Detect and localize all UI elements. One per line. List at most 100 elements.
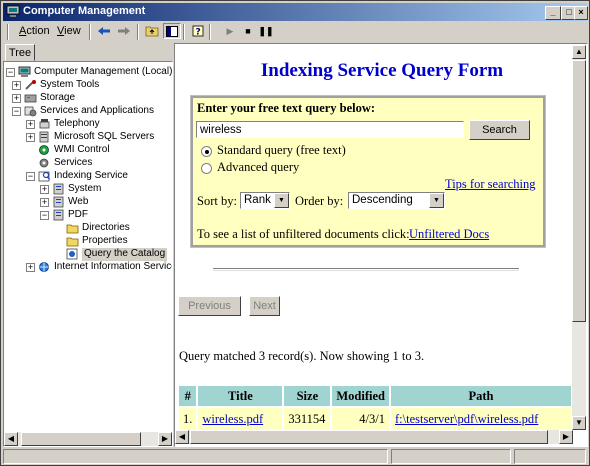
expand-icon[interactable]: +: [40, 185, 49, 194]
title-bar[interactable]: Computer Management _ □ ×: [3, 3, 588, 21]
tree-item-storage[interactable]: Storage: [40, 92, 75, 105]
unfiltered-docs-text: To see a list of unfiltered documents cl…: [197, 227, 410, 241]
advanced-query-radio[interactable]: [201, 163, 212, 174]
up-folder-icon[interactable]: [143, 23, 161, 39]
vertical-scrollbar[interactable]: ▲ ▼: [572, 45, 586, 430]
tree-item-telephony[interactable]: Telephony: [54, 118, 100, 131]
tree-item-system-tools[interactable]: System Tools: [40, 79, 99, 92]
search-button[interactable]: Search: [469, 120, 530, 140]
computer-icon: [18, 66, 31, 78]
menu-bar: Action View: [3, 22, 587, 41]
minimize-button[interactable]: _: [545, 6, 561, 20]
collapse-icon[interactable]: −: [6, 68, 15, 77]
catalog-icon: [52, 196, 65, 208]
expand-icon[interactable]: +: [12, 81, 21, 90]
results-table: # Title Size Modified Path 1. wireless.p…: [177, 384, 573, 432]
scroll-right-button[interactable]: ▶: [158, 432, 172, 446]
back-icon[interactable]: [95, 23, 113, 39]
pause-icon[interactable]: ❚❚: [257, 23, 275, 39]
expand-icon[interactable]: +: [26, 120, 35, 129]
tree-item-query-the-catalog[interactable]: Query the Catalog: [82, 248, 168, 261]
tree-item-properties[interactable]: Properties: [82, 235, 128, 248]
standard-query-radio[interactable]: [201, 146, 212, 157]
stop-icon[interactable]: ■: [239, 23, 257, 39]
expand-icon[interactable]: +: [40, 198, 49, 207]
expand-icon[interactable]: +: [26, 263, 35, 272]
column-header-size: Size: [284, 386, 331, 406]
toolbar-separator: [183, 24, 185, 40]
result-size: 331154: [284, 408, 331, 430]
collapse-icon[interactable]: −: [26, 172, 35, 181]
play-icon[interactable]: ▶: [221, 23, 239, 39]
help-icon[interactable]: ?: [189, 23, 207, 39]
page-title: Indexing Service Query Form: [260, 60, 504, 81]
toolbar-separator: [89, 24, 91, 40]
forward-icon[interactable]: [115, 23, 133, 39]
advanced-query-label: Advanced query: [217, 160, 300, 174]
column-header-modified: Modified: [332, 386, 389, 406]
scroll-left-button[interactable]: ◀: [4, 432, 18, 446]
tree-horizontal-scrollbar[interactable]: ◀ ▶: [4, 432, 172, 446]
window-title: Computer Management: [23, 5, 146, 17]
sort-by-value: Rank: [244, 194, 271, 206]
tree-item-internet-information-service[interactable]: Internet Information Service: [54, 261, 172, 274]
scroll-thumb[interactable]: [572, 60, 586, 322]
tree-item-web[interactable]: Web: [68, 196, 88, 209]
unfiltered-docs-link[interactable]: Unfiltered Docs: [409, 227, 489, 242]
expand-icon[interactable]: +: [12, 94, 21, 103]
tree-item-system[interactable]: System: [68, 183, 101, 196]
divider: [213, 268, 519, 271]
horizontal-scrollbar[interactable]: ◀ ▶: [175, 430, 573, 444]
grip: [7, 24, 9, 40]
tree-item-wmi-control[interactable]: WMI Control: [54, 144, 110, 157]
chevron-down-icon: ▼: [274, 193, 289, 208]
tree-item-microsoft-sql-servers[interactable]: Microsoft SQL Servers: [54, 131, 154, 144]
tree-item-pdf[interactable]: PDF: [68, 209, 88, 222]
action-menu[interactable]: Action: [19, 25, 50, 37]
result-modified: 4/3/1: [332, 408, 389, 430]
tab-tree[interactable]: Tree: [5, 44, 35, 61]
close-button[interactable]: ×: [574, 6, 588, 20]
scroll-left-button[interactable]: ◀: [175, 430, 189, 444]
sort-by-select[interactable]: Rank ▼: [240, 192, 290, 209]
order-by-value: Descending: [352, 194, 413, 206]
query-input[interactable]: [196, 121, 464, 138]
scroll-thumb[interactable]: [21, 432, 141, 446]
services-apps-icon: [24, 105, 37, 117]
status-panel: [3, 449, 388, 464]
tree-item-computer-management-local[interactable]: Computer Management (Local): [34, 66, 172, 79]
next-button[interactable]: Next: [249, 296, 280, 316]
show-hide-tree-icon[interactable]: [163, 23, 181, 39]
view-menu[interactable]: View: [57, 25, 81, 37]
query-box: Enter your free text query below: Search…: [190, 95, 546, 248]
tab-strip: Tree: [3, 43, 173, 61]
status-panel: [514, 449, 586, 464]
tree-item-directories[interactable]: Directories: [82, 222, 130, 235]
index-icon: [38, 170, 51, 182]
result-title-link[interactable]: wireless.pdf: [202, 412, 263, 426]
collapse-icon[interactable]: −: [40, 211, 49, 220]
sort-by-label: Sort by:: [197, 194, 237, 208]
query-prompt: Enter your free text query below:: [197, 101, 376, 115]
tree-item-services[interactable]: Services: [54, 157, 92, 170]
toolbar-separator: [209, 24, 211, 40]
collapse-icon[interactable]: −: [12, 107, 21, 116]
action-menu-label: ction: [26, 25, 50, 37]
previous-button[interactable]: Previous: [178, 296, 241, 316]
tree-item-indexing-service[interactable]: Indexing Service: [54, 170, 128, 183]
folder-icon: [66, 222, 79, 234]
catalog-icon: [52, 209, 65, 221]
column-header-path: Path: [390, 386, 571, 406]
result-path-link[interactable]: f:\testserver\pdf\wireless.pdf: [395, 412, 538, 426]
phone-icon: [38, 118, 51, 130]
scroll-right-button[interactable]: ▶: [559, 430, 573, 444]
scroll-up-button[interactable]: ▲: [572, 45, 586, 59]
tree-pane[interactable]: − Computer Management (Local) + System Tool…: [3, 61, 173, 447]
order-by-select[interactable]: Descending ▼: [348, 192, 445, 209]
tree-item-services-and-applications[interactable]: Services and Applications: [40, 105, 154, 118]
scroll-down-button[interactable]: ▼: [572, 416, 586, 430]
expand-icon[interactable]: +: [26, 133, 35, 142]
tips-for-searching-link[interactable]: Tips for searching: [445, 177, 536, 192]
scroll-thumb[interactable]: [190, 430, 548, 444]
status-bar: [3, 448, 587, 465]
